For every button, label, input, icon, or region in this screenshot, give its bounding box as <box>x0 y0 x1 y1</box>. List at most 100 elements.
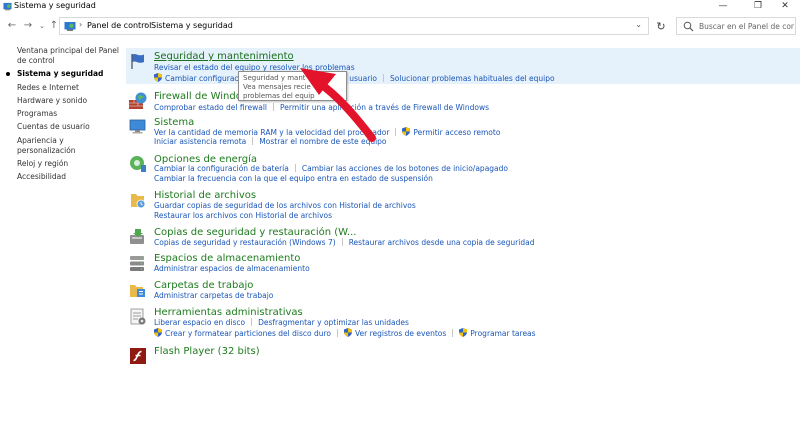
category-title[interactable]: Flash Player (32 bits) <box>154 346 260 357</box>
category-title[interactable]: Historial de archivos <box>154 190 256 201</box>
breadcrumb-sistema-y-seguridad[interactable]: Sistema y seguridad <box>151 21 233 30</box>
sidebar-item-cuentas-de-usuario[interactable]: Cuentas de usuario <box>17 122 122 132</box>
category-sistema: Sistema Ver la cantidad de memoria RAM y… <box>126 114 800 148</box>
link-administrar-carpetas[interactable]: Administrar carpetas de trabajo <box>154 291 273 300</box>
chevron-right-icon[interactable]: › <box>79 20 82 29</box>
divider <box>251 318 253 326</box>
file-history-icon <box>131 194 146 209</box>
link-permitir-acceso-remoto[interactable]: Permitir acceso remoto <box>413 128 500 137</box>
link-solucionar-problemas[interactable]: Solucionar problemas habituales del equi… <box>390 74 555 83</box>
link-row: Administrar carpetas de trabajo <box>154 291 273 300</box>
link-guardar-copias[interactable]: Guardar copias de seguridad de los archi… <box>154 201 416 210</box>
sidebar-item-redes-e-internet[interactable]: Redes e Internet <box>17 83 122 93</box>
category-carpetas-de-trabajo: Carpetas de trabajo Administrar carpetas… <box>126 277 800 301</box>
category-herramientas-administrativas: Herramientas administrativas Liberar esp… <box>126 304 800 340</box>
shield-icon <box>154 328 162 337</box>
shield-icon <box>459 328 468 337</box>
shield-icon <box>402 127 411 136</box>
category-title[interactable]: Copias de seguridad y restauración (W... <box>154 227 356 238</box>
link-ver-memoria-ram[interactable]: Ver la cantidad de memoria RAM y la velo… <box>154 128 389 137</box>
work-folders-icon <box>130 285 145 297</box>
shield-icon <box>154 73 162 82</box>
link-row: Cambiar configuración de Control de cuen… <box>154 73 555 83</box>
category-espacios-de-almacenamiento: Espacios de almacenamiento Administrar e… <box>126 250 800 274</box>
category-title[interactable]: Herramientas administrativas <box>154 307 303 318</box>
shield-icon <box>344 328 352 337</box>
link-asistencia-remota[interactable]: Iniciar asistencia remota <box>154 137 246 146</box>
divider <box>337 329 338 337</box>
link-crear-particiones[interactable]: Crear y formatear particiones del disco … <box>165 329 331 338</box>
divider <box>395 128 397 136</box>
link-restaurar-desde-copia[interactable]: Restaurar archivos desde una copia de se… <box>349 238 535 247</box>
category-historial-de-archivos: Historial de archivos Guardar copias de … <box>126 187 800 221</box>
title-bar: Sistema y seguridad — ❐ ✕ <box>0 0 800 14</box>
link-row: Administrar espacios de almacenamiento <box>154 264 310 273</box>
tooltip: Seguridad y mant Vea mensajes recie prob… <box>238 71 347 101</box>
computer-icon <box>129 119 146 134</box>
category-firewall: Firewall de Windows Comprobar estado del… <box>126 88 800 112</box>
chevron-right-icon[interactable]: › <box>144 20 147 29</box>
link-nombre-equipo[interactable]: Mostrar el nombre de este equipo <box>259 137 386 146</box>
admin-tools-icon <box>130 308 146 325</box>
link-desfragmentar[interactable]: Desfragmentar y optimizar las unidades <box>258 318 409 327</box>
breadcrumb-panel-de-control[interactable]: Panel de control <box>87 21 151 30</box>
flag-icon <box>131 53 144 69</box>
link-row: Restaurar los archivos con Historial de … <box>154 211 332 220</box>
sidebar-item-sistema-y-seguridad[interactable]: Sistema y seguridad <box>6 69 122 79</box>
minimize-button[interactable]: — <box>708 0 738 14</box>
search-icon <box>683 21 694 32</box>
category-copias-de-seguridad: Copias de seguridad y restauración (W...… <box>126 224 800 248</box>
link-copias-windows-7[interactable]: Copias de seguridad y restauración (Wind… <box>154 238 336 247</box>
link-comprobar-firewall[interactable]: Comprobar estado del firewall <box>154 103 267 112</box>
forward-arrow-icon[interactable]: → <box>22 19 34 33</box>
search-box[interactable] <box>676 17 796 35</box>
divider <box>382 74 384 82</box>
divider <box>341 238 343 246</box>
maximize-button[interactable]: ❐ <box>743 0 773 14</box>
category-title[interactable]: Carpetas de trabajo <box>154 280 253 291</box>
window-title: Sistema y seguridad <box>14 1 96 10</box>
link-configuracion-bateria[interactable]: Cambiar la configuración de batería <box>154 164 289 173</box>
control-panel-icon <box>64 22 76 31</box>
link-ver-registros-eventos[interactable]: Ver registros de eventos <box>355 329 446 338</box>
sidebar-item-apariencia[interactable]: Apariencia y personalización <box>17 136 122 156</box>
control-panel-icon <box>3 2 12 11</box>
sidebar-item-reloj-y-region[interactable]: Reloj y región <box>17 159 122 169</box>
link-row: Cambiar la frecuencia con la que el equi… <box>154 174 433 183</box>
link-administrar-espacios[interactable]: Administrar espacios de almacenamiento <box>154 264 310 273</box>
link-frecuencia-suspension[interactable]: Cambiar la frecuencia con la que el equi… <box>154 174 433 183</box>
link-row: Liberar espacio en disco Desfragmentar y … <box>154 318 409 327</box>
close-button[interactable]: ✕ <box>770 0 800 14</box>
storage-icon <box>130 256 144 271</box>
link-acciones-botones[interactable]: Cambiar las acciones de los botones de i… <box>302 164 508 173</box>
sidebar-item-programas[interactable]: Programas <box>17 109 122 119</box>
sidebar: Ventana principal del Panel de control S… <box>6 46 122 186</box>
link-liberar-espacio[interactable]: Liberar espacio en disco <box>154 318 245 327</box>
link-programar-tareas[interactable]: Programar tareas <box>470 329 535 338</box>
backup-icon <box>130 229 144 244</box>
link-row: Crear y formatear particiones del disco … <box>154 328 536 338</box>
link-row: Guardar copias de seguridad de los archi… <box>154 201 416 210</box>
search-input[interactable] <box>699 20 794 33</box>
link-row: Ver la cantidad de memoria RAM y la velo… <box>154 127 500 137</box>
sidebar-item-ventana-principal[interactable]: Ventana principal del Panel de control <box>17 46 122 66</box>
link-row: Cambiar la configuración de batería Cambi… <box>154 164 508 173</box>
sidebar-item-accesibilidad[interactable]: Accesibilidad <box>17 172 122 182</box>
sidebar-item-hardware-y-sonido[interactable]: Hardware y sonido <box>17 96 122 106</box>
tooltip-line: problemas del equip <box>243 91 315 100</box>
flash-icon <box>130 348 146 364</box>
address-bar[interactable]: › Panel de control › Sistema y seguridad… <box>59 17 649 35</box>
back-arrow-icon[interactable]: ← <box>6 19 18 33</box>
refresh-icon[interactable]: ↻ <box>655 21 667 33</box>
link-permitir-aplicacion[interactable]: Permitir una aplicación a través de Fire… <box>280 103 489 112</box>
chevron-down-icon[interactable]: ⌄ <box>635 20 642 29</box>
firewall-icon <box>129 92 147 109</box>
link-row: Copias de seguridad y restauración (Wind… <box>154 238 534 247</box>
category-flash-player: Flash Player (32 bits) <box>126 343 800 365</box>
chevron-down-icon[interactable]: ⌄ <box>36 19 48 33</box>
link-restaurar-archivos-historial[interactable]: Restaurar los archivos con Historial de … <box>154 211 332 220</box>
tooltip-line: Vea mensajes recie <box>243 82 311 91</box>
category-title[interactable]: Espacios de almacenamiento <box>154 253 300 264</box>
category-seguridad-y-mantenimiento: Seguridad y mantenimiento Revisar el est… <box>126 48 800 84</box>
category-title[interactable]: Seguridad y mantenimiento <box>154 51 294 62</box>
